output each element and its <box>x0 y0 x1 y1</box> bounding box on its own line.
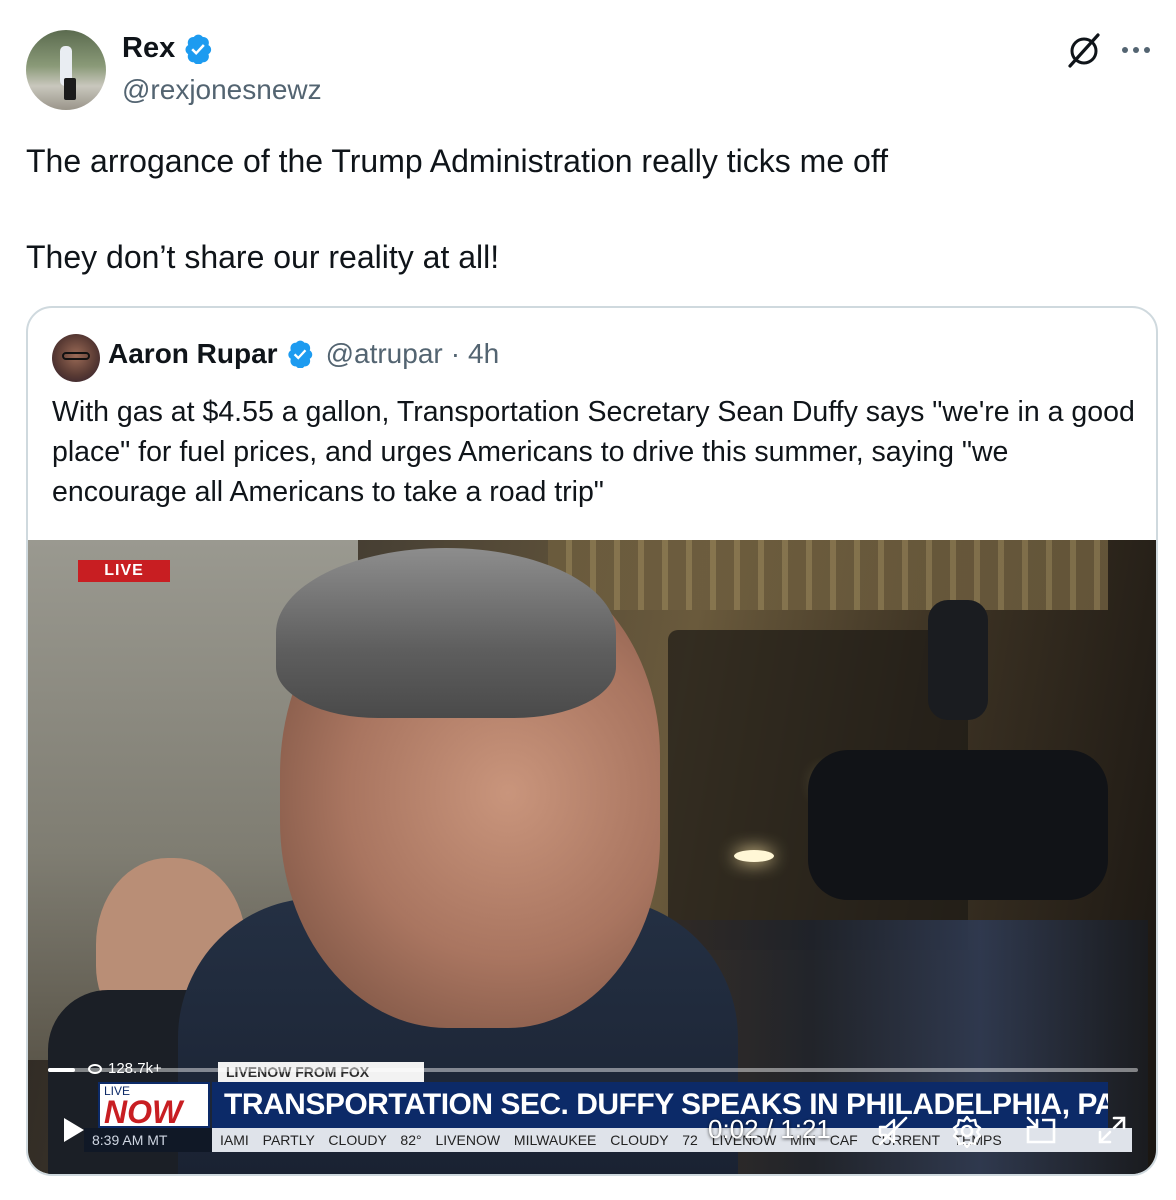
more-dot <box>1133 47 1139 53</box>
view-count: 128.7k+ <box>88 1060 162 1077</box>
live-badge: LIVE <box>78 560 170 582</box>
view-count-text: 128.7k+ <box>108 1060 162 1077</box>
quoted-handle[interactable]: @atrupar <box>326 338 443 370</box>
tweet-line-2: They don’t share our reality at all! <box>26 239 500 275</box>
quoted-timestamp[interactable]: 4h <box>468 338 499 370</box>
author-handle[interactable]: @rexjonesnewz <box>122 74 322 106</box>
verified-badge-icon <box>185 34 212 64</box>
eye-icon <box>88 1063 102 1074</box>
video-speaker-hair <box>276 548 616 718</box>
quoted-separator: · <box>450 338 461 369</box>
author-display-name[interactable]: Rex <box>122 32 175 65</box>
chyron-ticker: IAMI PARTLY CLOUDY 82° LIVENOW MILWAUKEE… <box>212 1128 1132 1152</box>
author-avatar[interactable] <box>26 30 106 110</box>
verified-badge-icon <box>287 340 312 368</box>
quoted-author-avatar[interactable] <box>52 334 100 382</box>
more-dot <box>1144 47 1150 53</box>
chyron-source: LIVENOW FROM FOX <box>218 1062 424 1082</box>
video-news-camera <box>808 750 1108 900</box>
gear-icon[interactable] <box>950 1114 984 1148</box>
avatar-bag <box>64 78 76 100</box>
video-bg-light <box>734 850 774 862</box>
picture-in-picture-icon[interactable] <box>1024 1116 1058 1146</box>
avatar-glasses <box>62 352 90 360</box>
video-camera-top <box>928 600 988 720</box>
grok-icon[interactable] <box>1064 30 1104 70</box>
expand-icon[interactable] <box>1096 1114 1128 1146</box>
more-dot <box>1122 47 1128 53</box>
play-icon[interactable] <box>62 1116 86 1144</box>
tweet-line-1: The arrogance of the Trump Administratio… <box>26 143 889 179</box>
tweet-text: The arrogance of the Trump Administratio… <box>26 142 1146 276</box>
video-progress-bar[interactable] <box>48 1068 1138 1072</box>
quoted-tweet[interactable]: Aaron Rupar @atrupar · 4h With gas at $4… <box>26 306 1158 1176</box>
video-timecode: 0:02 / 1:21 <box>708 1114 831 1144</box>
video-bg-ceiling <box>548 540 1108 610</box>
livenow-logo: LIVE NOW <box>98 1082 210 1130</box>
video-progress-fill <box>48 1068 76 1072</box>
quoted-display-name[interactable]: Aaron Rupar <box>108 338 278 370</box>
chyron-clock: 8:39 AM MT <box>84 1128 212 1152</box>
video-player[interactable]: LIVE LIVENOW FROM FOX LIVE NOW TRANSPORT… <box>28 540 1156 1174</box>
quoted-header: Aaron Rupar @atrupar · 4h <box>108 338 499 370</box>
author-name-row: Rex <box>122 32 213 65</box>
quoted-text: With gas at $4.55 a gallon, Transportati… <box>52 396 1135 508</box>
more-icon[interactable] <box>1122 38 1156 62</box>
livenow-now: NOW <box>104 1094 183 1130</box>
mute-icon[interactable] <box>876 1114 910 1148</box>
